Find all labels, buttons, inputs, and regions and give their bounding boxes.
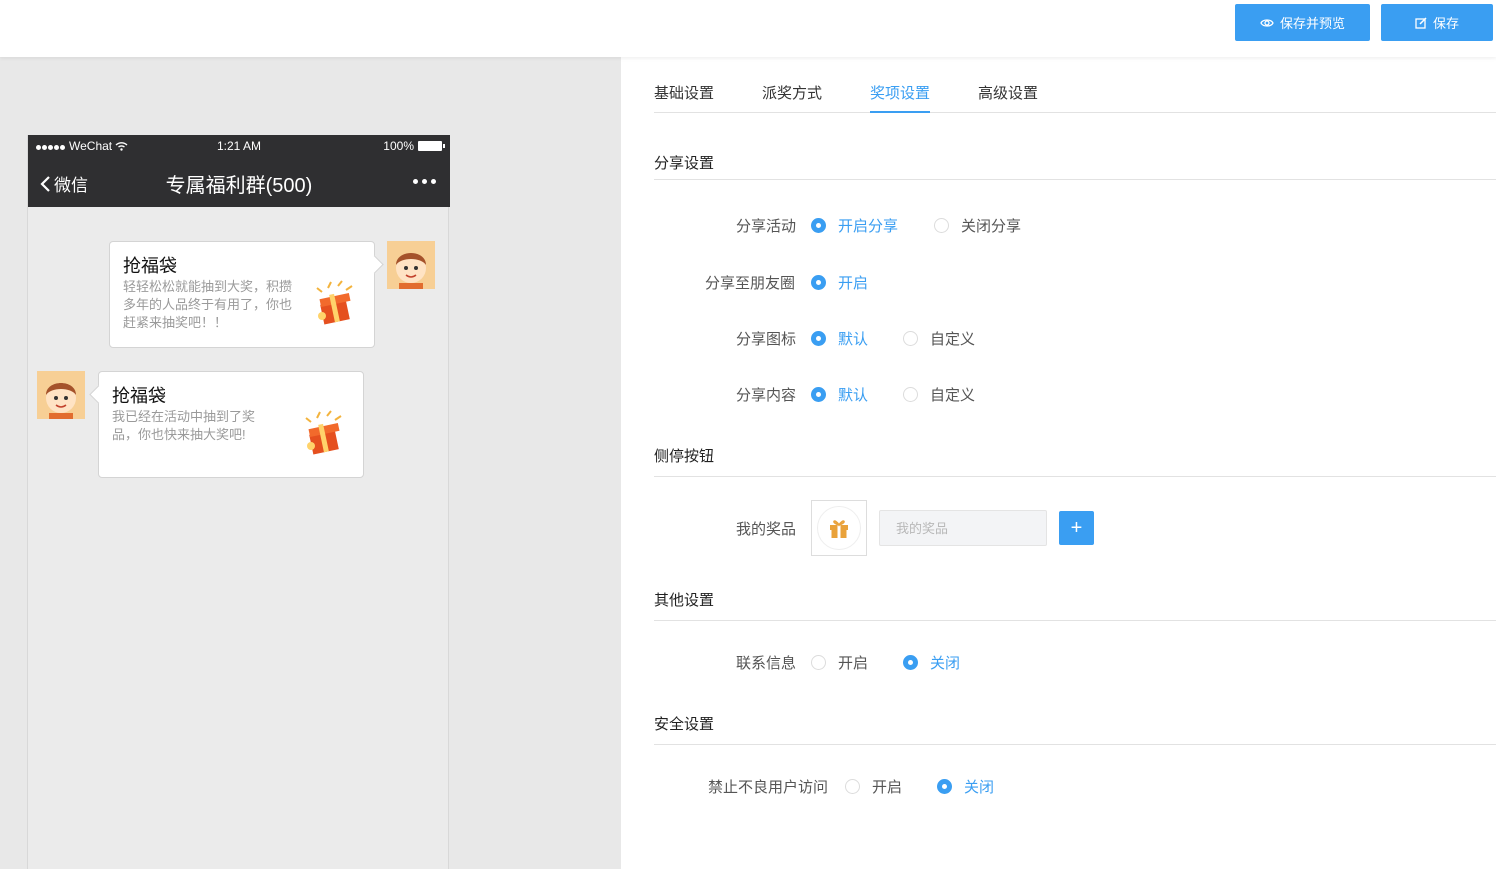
- block-bad-users-label: 禁止不良用户访问: [708, 779, 829, 796]
- share-activity-off-radio[interactable]: 关闭分享: [934, 215, 1021, 236]
- chat-title: 专属福利群(500): [165, 175, 313, 197]
- tab-bar: 基础设置 派奖方式 奖项设置 高级设置: [654, 79, 1496, 113]
- radio-label: 默认: [838, 331, 869, 348]
- share-activity-on-radio[interactable]: 开启分享: [811, 215, 898, 236]
- more-icon[interactable]: [413, 179, 436, 184]
- preview-area: WeChat 1:21 AM 100% 微信 专属福利群(500) 抢福袋 轻轻…: [0, 57, 621, 869]
- share-content-label: 分享内容: [736, 387, 797, 404]
- edit-icon: [1415, 16, 1427, 29]
- save-button[interactable]: 保存: [1381, 4, 1493, 41]
- save-label: 保存: [1432, 16, 1459, 31]
- contact-info-label: 联系信息: [736, 655, 797, 672]
- message-description: 轻轻松松就能抽到大奖，积攒多年的人品终于有用了，你也赶紧来抽奖吧！！: [123, 279, 293, 330]
- radio-unchecked-icon: [845, 779, 860, 794]
- share-icon-custom-radio[interactable]: 自定义: [903, 328, 975, 349]
- prize-icon-upload[interactable]: [811, 500, 867, 556]
- radio-label: 关闭: [964, 779, 995, 796]
- avatar: [37, 371, 85, 419]
- share-icon-default-radio[interactable]: 默认: [811, 328, 868, 349]
- chat-message-right: 抢福袋 轻轻松松就能抽到大奖，积攒多年的人品终于有用了，你也赶紧来抽奖吧！！: [109, 241, 375, 348]
- contact-info-off-radio[interactable]: 关闭: [903, 652, 960, 673]
- battery-icon: [418, 141, 445, 151]
- radio-label: 关闭: [930, 655, 961, 672]
- radio-checked-icon: [811, 331, 826, 346]
- side-button-title: 侧停按钮: [654, 445, 1496, 477]
- radio-label: 开启: [838, 275, 869, 292]
- radio-label: 开启分享: [838, 218, 899, 235]
- status-bar: WeChat 1:21 AM 100%: [28, 139, 450, 153]
- radio-label: 默认: [838, 387, 869, 404]
- avatar: [387, 241, 435, 289]
- my-prize-label: 我的奖品: [736, 521, 797, 538]
- gift-icon: [817, 506, 861, 550]
- battery-info: 100%: [383, 139, 445, 153]
- radio-label: 关闭分享: [961, 218, 1022, 235]
- save-and-preview-label: 保存并预览: [1279, 16, 1345, 31]
- tab-award-method[interactable]: 派奖方式: [762, 82, 822, 113]
- eye-icon: [1260, 18, 1274, 27]
- my-prize-input[interactable]: [879, 510, 1047, 546]
- top-toolbar: 保存并预览 保存: [0, 0, 1496, 57]
- battery-percent: 100%: [383, 139, 414, 153]
- share-content-custom-radio[interactable]: 自定义: [903, 384, 975, 405]
- radio-checked-icon: [937, 779, 952, 794]
- share-content-default-radio[interactable]: 默认: [811, 384, 868, 405]
- gift-box-icon: [297, 410, 351, 460]
- wechat-header: WeChat 1:21 AM 100% 微信 专属福利群(500): [28, 135, 450, 207]
- tab-advanced-settings[interactable]: 高级设置: [978, 82, 1038, 113]
- contact-info-on-radio[interactable]: 开启: [811, 652, 868, 673]
- radio-checked-icon: [811, 218, 826, 233]
- radio-checked-icon: [811, 387, 826, 402]
- tab-prize-settings[interactable]: 奖项设置: [870, 82, 931, 113]
- radio-unchecked-icon: [934, 218, 949, 233]
- radio-unchecked-icon: [811, 655, 826, 670]
- tab-basic-settings[interactable]: 基础设置: [654, 82, 714, 113]
- share-moments-on-radio[interactable]: 开启: [811, 272, 868, 293]
- radio-unchecked-icon: [903, 387, 918, 402]
- message-description: 我已经在活动中抽到了奖品，你也快来抽大奖吧!: [112, 409, 256, 442]
- radio-checked-icon: [811, 275, 826, 290]
- save-and-preview-button[interactable]: 保存并预览: [1235, 4, 1370, 41]
- radio-label: 自定义: [930, 331, 976, 348]
- phone-preview: WeChat 1:21 AM 100% 微信 专属福利群(500) 抢福袋 轻轻…: [27, 135, 450, 869]
- message-title: 抢福袋: [112, 386, 166, 406]
- chat-message-left: 抢福袋 我已经在活动中抽到了奖品，你也快来抽大奖吧!: [98, 371, 364, 478]
- other-settings-title: 其他设置: [654, 589, 1496, 621]
- gift-box-icon: [308, 280, 362, 330]
- add-button[interactable]: +: [1059, 511, 1094, 545]
- radio-checked-icon: [903, 655, 918, 670]
- radio-unchecked-icon: [903, 331, 918, 346]
- security-settings-title: 安全设置: [654, 713, 1496, 745]
- radio-label: 开启: [838, 655, 869, 672]
- radio-label: 自定义: [930, 387, 976, 404]
- share-icon-label: 分享图标: [736, 331, 797, 348]
- share-moments-label: 分享至朋友圈: [705, 275, 796, 292]
- block-bad-users-on-radio[interactable]: 开启: [845, 776, 902, 797]
- radio-label: 开启: [872, 779, 903, 796]
- settings-panel: 基础设置 派奖方式 奖项设置 高级设置 分享设置 分享活动 开启分享 关闭分享 …: [654, 57, 1496, 869]
- share-activity-label: 分享活动: [736, 218, 797, 235]
- block-bad-users-off-radio[interactable]: 关闭: [937, 776, 994, 797]
- message-title: 抢福袋: [123, 256, 177, 276]
- share-settings-title: 分享设置: [654, 152, 1496, 180]
